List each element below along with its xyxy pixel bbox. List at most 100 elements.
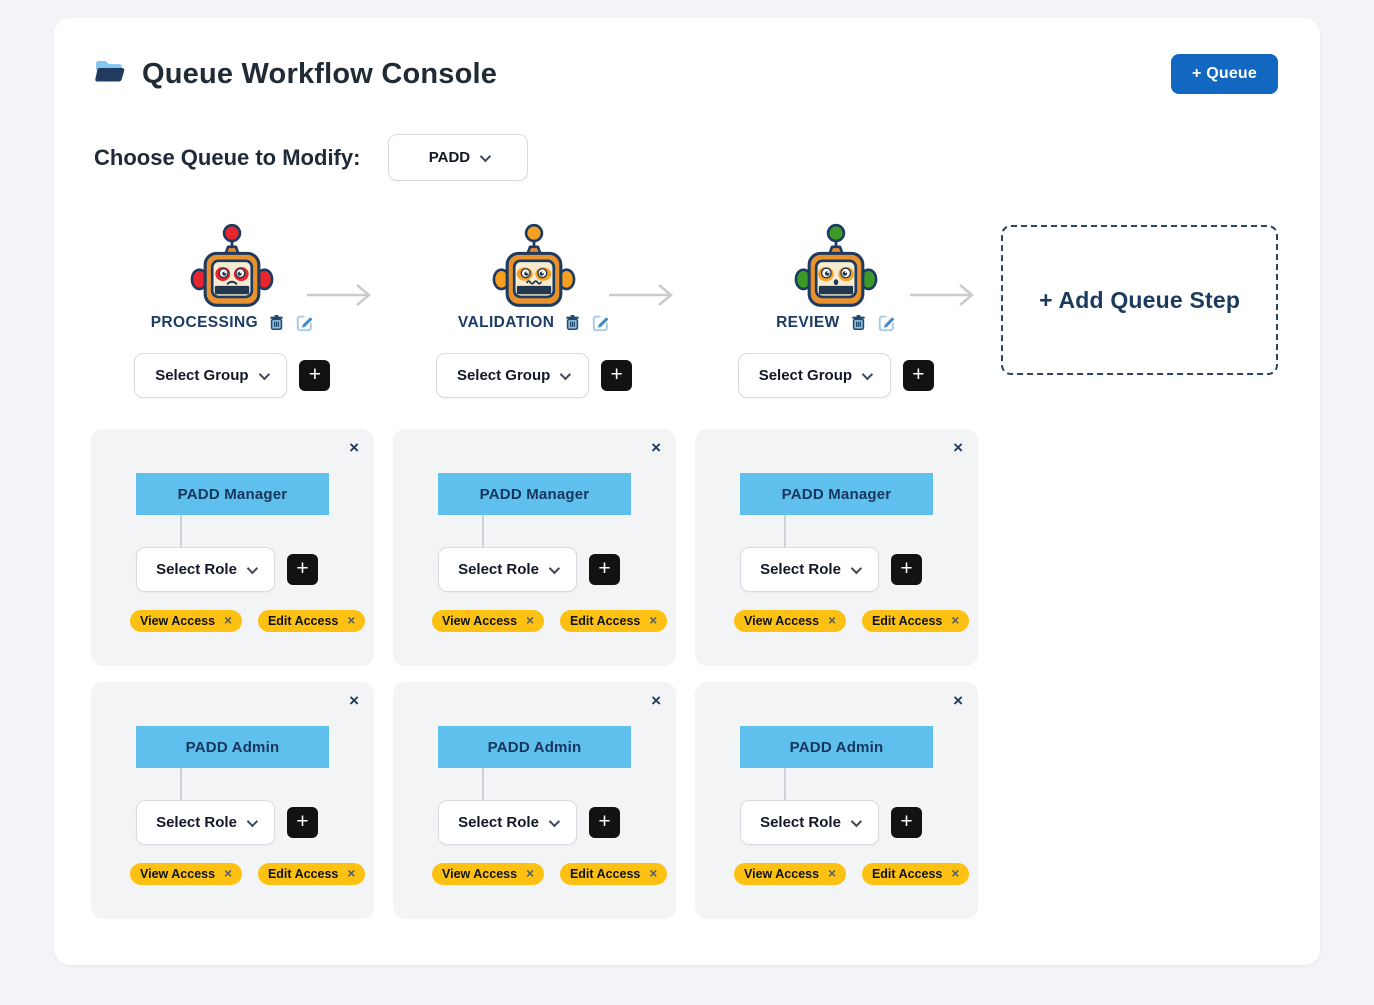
- select-group-label: Select Group: [759, 367, 852, 384]
- badge-row: View Access × Edit Access ×: [130, 610, 374, 632]
- add-role-button[interactable]: +: [287, 554, 318, 585]
- chevron-down-icon: [851, 815, 862, 826]
- add-queue-button[interactable]: + Queue: [1171, 54, 1278, 94]
- select-group-label: Select Group: [155, 367, 248, 384]
- role-select-row: Select Role +: [438, 800, 676, 845]
- group-card: × PADD Manager Select Role + View Access…: [393, 429, 676, 666]
- remove-badge-icon[interactable]: ×: [526, 614, 534, 628]
- select-role-dropdown[interactable]: Select Role: [136, 547, 275, 592]
- access-badge: View Access ×: [432, 863, 544, 885]
- group-name-header: PADD Manager: [136, 473, 329, 515]
- add-role-button[interactable]: +: [891, 807, 922, 838]
- select-role-dropdown[interactable]: Select Role: [438, 800, 577, 845]
- title-wrap: Queue Workflow Console: [94, 58, 497, 91]
- group-cards-row-1: × PADD Manager Select Role + View Access…: [91, 429, 1278, 666]
- remove-badge-icon[interactable]: ×: [649, 614, 657, 628]
- chevron-down-icon: [258, 368, 269, 379]
- step-validation: VALIDATION: [393, 223, 676, 398]
- group-card: × PADD Admin Select Role + View Access ×…: [695, 682, 978, 919]
- badge-label: View Access: [744, 867, 819, 881]
- group-cards-row-2: × PADD Admin Select Role + View Access ×…: [91, 682, 1278, 919]
- edit-step-icon[interactable]: [591, 313, 610, 332]
- access-badge: View Access ×: [130, 863, 242, 885]
- access-badge: Edit Access ×: [862, 863, 969, 885]
- remove-badge-icon[interactable]: ×: [526, 867, 534, 881]
- close-icon[interactable]: ×: [349, 692, 359, 709]
- add-group-button[interactable]: +: [903, 360, 934, 391]
- queue-select-dropdown[interactable]: PADD: [388, 134, 528, 181]
- badge-label: Edit Access: [872, 614, 942, 628]
- edit-step-icon[interactable]: [877, 313, 896, 332]
- badge-row: View Access × Edit Access ×: [734, 610, 978, 632]
- group-name-header: PADD Manager: [740, 473, 933, 515]
- add-role-button[interactable]: +: [287, 807, 318, 838]
- step-name: REVIEW: [776, 314, 840, 332]
- workflow-steps-row: PROCESSING: [91, 223, 1278, 398]
- close-icon[interactable]: ×: [349, 439, 359, 456]
- badge-label: Edit Access: [268, 614, 338, 628]
- access-badge: View Access ×: [432, 610, 544, 632]
- group-select-row: Select Group +: [738, 353, 934, 398]
- select-role-label: Select Role: [458, 561, 539, 578]
- delete-step-icon[interactable]: [849, 313, 868, 332]
- badge-row: View Access × Edit Access ×: [734, 863, 978, 885]
- select-group-dropdown[interactable]: Select Group: [738, 353, 891, 398]
- step-review: REVIEW: [695, 223, 978, 398]
- group-card: × PADD Admin Select Role + View Access ×…: [91, 682, 374, 919]
- chevron-down-icon: [480, 150, 491, 161]
- robot-icon: [490, 223, 578, 311]
- select-role-label: Select Role: [156, 561, 237, 578]
- access-badge: Edit Access ×: [862, 610, 969, 632]
- step-label-row: REVIEW: [776, 313, 896, 332]
- close-icon[interactable]: ×: [953, 439, 963, 456]
- remove-badge-icon[interactable]: ×: [828, 614, 836, 628]
- add-group-button[interactable]: +: [601, 360, 632, 391]
- close-icon[interactable]: ×: [953, 692, 963, 709]
- badge-label: Edit Access: [570, 867, 640, 881]
- page-title: Queue Workflow Console: [142, 58, 497, 91]
- add-role-button[interactable]: +: [589, 807, 620, 838]
- remove-badge-icon[interactable]: ×: [224, 867, 232, 881]
- close-icon[interactable]: ×: [651, 692, 661, 709]
- step-processing: PROCESSING: [91, 223, 374, 398]
- select-role-dropdown[interactable]: Select Role: [740, 800, 879, 845]
- edit-step-icon[interactable]: [295, 313, 314, 332]
- remove-badge-icon[interactable]: ×: [347, 867, 355, 881]
- remove-badge-icon[interactable]: ×: [649, 867, 657, 881]
- step-label-row: VALIDATION: [458, 313, 610, 332]
- select-role-dropdown[interactable]: Select Role: [136, 800, 275, 845]
- add-role-button[interactable]: +: [891, 554, 922, 585]
- select-group-dropdown[interactable]: Select Group: [436, 353, 589, 398]
- connector-line: [180, 768, 182, 800]
- header: Queue Workflow Console + Queue: [91, 54, 1278, 94]
- select-role-label: Select Role: [156, 814, 237, 831]
- workflow-console-panel: Queue Workflow Console + Queue Choose Qu…: [54, 18, 1320, 965]
- badge-label: Edit Access: [570, 614, 640, 628]
- remove-badge-icon[interactable]: ×: [951, 867, 959, 881]
- badge-label: View Access: [744, 614, 819, 628]
- remove-badge-icon[interactable]: ×: [828, 867, 836, 881]
- chevron-down-icon: [549, 815, 560, 826]
- badge-label: View Access: [442, 867, 517, 881]
- remove-badge-icon[interactable]: ×: [224, 614, 232, 628]
- badge-row: View Access × Edit Access ×: [432, 863, 676, 885]
- delete-step-icon[interactable]: [563, 313, 582, 332]
- remove-badge-icon[interactable]: ×: [347, 614, 355, 628]
- select-group-dropdown[interactable]: Select Group: [134, 353, 287, 398]
- add-group-button[interactable]: +: [299, 360, 330, 391]
- add-role-button[interactable]: +: [589, 554, 620, 585]
- group-card: × PADD Manager Select Role + View Access…: [91, 429, 374, 666]
- add-queue-step-button[interactable]: + Add Queue Step: [1001, 225, 1278, 375]
- close-icon[interactable]: ×: [651, 439, 661, 456]
- remove-badge-icon[interactable]: ×: [951, 614, 959, 628]
- flow-arrow-icon: [609, 283, 675, 307]
- connector-line: [180, 515, 182, 547]
- select-role-dropdown[interactable]: Select Role: [740, 547, 879, 592]
- chevron-down-icon: [247, 562, 258, 573]
- group-select-row: Select Group +: [436, 353, 632, 398]
- chevron-down-icon: [862, 368, 873, 379]
- select-role-dropdown[interactable]: Select Role: [438, 547, 577, 592]
- access-badge: Edit Access ×: [258, 863, 365, 885]
- access-badge: Edit Access ×: [560, 863, 667, 885]
- delete-step-icon[interactable]: [267, 313, 286, 332]
